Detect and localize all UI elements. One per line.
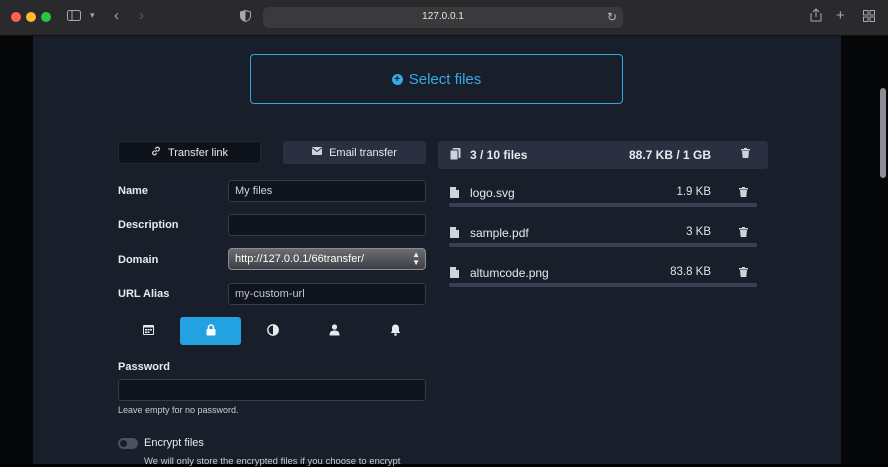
name-input[interactable]: My files xyxy=(228,180,426,202)
page-scrollbar[interactable] xyxy=(880,88,886,178)
password-label: Password xyxy=(118,361,170,373)
encrypt-files-toggle[interactable] xyxy=(118,438,138,449)
link-icon xyxy=(151,146,161,159)
encrypt-files-label: Encrypt files xyxy=(144,437,204,449)
notification-option-button[interactable] xyxy=(365,317,426,345)
delete-all-icon[interactable] xyxy=(741,148,750,161)
password-option-button[interactable] xyxy=(180,317,241,345)
contrast-icon xyxy=(266,323,279,339)
calendar-icon xyxy=(143,324,154,338)
sidebar-toggle-icon[interactable] xyxy=(67,9,81,24)
name-label: Name xyxy=(118,185,148,197)
domain-select[interactable]: http://127.0.0.1/66transfer/ ▲ ▼ xyxy=(228,248,426,270)
bell-icon xyxy=(390,324,401,339)
url-text: 127.0.0.1 xyxy=(422,11,464,22)
file-icon xyxy=(450,187,459,201)
description-input[interactable] xyxy=(228,214,426,236)
minimize-window-button[interactable] xyxy=(26,12,36,22)
delete-file-icon[interactable] xyxy=(739,187,748,200)
chevron-down-icon[interactable]: ▾ xyxy=(90,10,95,21)
address-bar[interactable]: 127.0.0.1 ↻ xyxy=(263,7,623,28)
forward-icon[interactable]: › xyxy=(139,7,144,24)
tab-email-transfer[interactable]: Email transfer xyxy=(283,141,426,164)
file-item: altumcode.png 83.8 KB xyxy=(448,266,768,296)
left-margin xyxy=(0,36,33,464)
encrypt-files-note: We will only store the encrypted files i… xyxy=(144,456,401,467)
description-label: Description xyxy=(118,219,179,231)
close-window-button[interactable] xyxy=(11,12,21,22)
select-arrows-icon: ▲ ▼ xyxy=(412,250,420,267)
file-icon xyxy=(450,227,459,241)
tab-transfer-link[interactable]: Transfer link xyxy=(118,141,261,164)
delete-file-icon[interactable] xyxy=(739,227,748,240)
reload-icon[interactable]: ↻ xyxy=(607,10,617,24)
browser-toolbar: ▾ ‹ › 127.0.0.1 ↻ + xyxy=(0,0,888,36)
url-alias-input[interactable]: my-custom-url xyxy=(228,283,426,305)
file-item: sample.pdf 3 KB xyxy=(448,226,768,256)
envelope-icon xyxy=(312,147,323,158)
files-summary-bar: 3 / 10 files 88.7 KB / 1 GB xyxy=(438,141,768,169)
domain-select-value: http://127.0.0.1/66transfer/ xyxy=(235,253,365,265)
file-progress-bar xyxy=(449,243,757,247)
url-alias-label: URL Alias xyxy=(118,288,170,300)
password-input[interactable] xyxy=(118,379,426,401)
file-progress-bar xyxy=(449,283,757,287)
files-count: 3 / 10 files xyxy=(470,148,528,162)
privacy-shield-icon[interactable] xyxy=(240,9,251,25)
domain-label: Domain xyxy=(118,254,159,266)
plus-circle-icon: + xyxy=(391,73,403,85)
delete-file-icon[interactable] xyxy=(739,267,748,280)
password-hint: Leave empty for no password. xyxy=(118,405,239,415)
expiration-option-button[interactable] xyxy=(118,317,179,345)
maximize-window-button[interactable] xyxy=(41,12,51,22)
back-icon[interactable]: ‹ xyxy=(114,7,119,24)
file-name: logo.svg xyxy=(470,186,515,200)
select-files-button[interactable]: + Select files xyxy=(250,54,623,104)
toggle-knob xyxy=(120,440,127,447)
file-size: 3 KB xyxy=(686,226,711,238)
file-name: altumcode.png xyxy=(470,266,549,280)
files-icon xyxy=(449,148,461,163)
file-icon xyxy=(450,267,459,281)
user-option-button[interactable] xyxy=(304,317,365,345)
file-size: 83.8 KB xyxy=(670,266,711,278)
tab-email-transfer-label: Email transfer xyxy=(329,146,397,159)
file-size: 1.9 KB xyxy=(676,186,711,198)
theme-option-button[interactable] xyxy=(242,317,303,345)
file-name: sample.pdf xyxy=(470,226,529,240)
select-files-label: Select files xyxy=(408,70,482,88)
tab-overview-icon[interactable] xyxy=(863,10,875,25)
user-icon xyxy=(329,323,340,339)
files-total-size: 88.7 KB / 1 GB xyxy=(628,148,711,162)
tab-transfer-link-label: Transfer link xyxy=(167,146,229,159)
share-icon[interactable] xyxy=(810,8,822,25)
file-item: logo.svg 1.9 KB xyxy=(448,186,768,216)
file-progress-bar xyxy=(449,203,757,207)
lock-icon xyxy=(206,323,216,339)
new-tab-icon[interactable]: + xyxy=(836,7,845,24)
